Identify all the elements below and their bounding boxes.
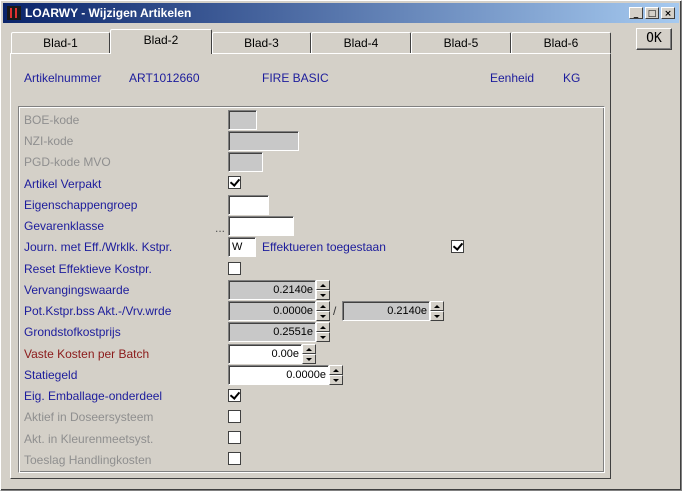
artikel-verpakt-checkbox[interactable] (228, 176, 241, 189)
effektueren-label: Effektueren toegestaan (262, 240, 386, 254)
nzi-kode-label: NZI-kode (24, 134, 74, 148)
artikelnummer-value: ART1012660 (129, 71, 200, 85)
tab-blad-4[interactable]: Blad-4 (311, 32, 411, 53)
eig-emballage-label: Eig. Emballage-onderdeel (24, 389, 163, 403)
gevarenklasse-label: Gevarenklasse (24, 219, 105, 233)
eigenschappengroep-label: Eigenschappengroep (24, 198, 138, 212)
ok-button[interactable]: OK (636, 28, 672, 50)
maximize-button[interactable]: □ (645, 7, 659, 19)
tab-blad-5[interactable]: Blad-5 (411, 32, 511, 53)
tab-blad-6[interactable]: Blad-6 (511, 32, 611, 53)
effektueren-checkbox[interactable] (451, 240, 464, 253)
eenheid-value: KG (563, 71, 581, 85)
pot-kstpr-vrv-field: 0.2140e (342, 301, 430, 321)
grondstofkostprijs-label: Grondstofkostprijs (24, 325, 121, 339)
pot-kstpr-akt-field: 0.0000e (228, 301, 316, 321)
eenheid-label: Eenheid (490, 71, 535, 85)
artikelnummer-label: Artikelnummer (24, 71, 102, 85)
statiegeld-label: Statiegeld (24, 368, 78, 382)
vervangingswaarde-label: Vervangingswaarde (24, 283, 130, 297)
close-button[interactable]: × (661, 7, 675, 19)
reset-checkbox[interactable] (228, 262, 241, 275)
app-icon (7, 6, 21, 20)
eig-emballage-checkbox[interactable] (228, 389, 241, 402)
reset-label: Reset Effektieve Kostpr. (24, 262, 152, 276)
minimize-button[interactable]: _ (629, 7, 643, 19)
journ-label: Journ. met Eff./Wrklk. Kstpr. (24, 240, 173, 254)
akt-kleuren-label: Akt. in Kleurenmeetsyst. (24, 432, 154, 446)
pgd-kode-field (228, 152, 263, 172)
pot-kstpr-akt-spinner[interactable] (316, 301, 330, 321)
vaste-kosten-spinner[interactable] (302, 344, 316, 364)
tab-blad-1[interactable]: Blad-1 (11, 32, 110, 53)
window-title: LOARWY - Wijzigen Artikelen (25, 6, 192, 20)
tab-blad-3[interactable]: Blad-3 (212, 32, 311, 53)
statiegeld-input[interactable]: 0.0000e (228, 365, 329, 385)
boe-kode-field (228, 110, 257, 130)
article-description: FIRE BASIC (262, 71, 329, 85)
window: LOARWY - Wijzigen Artikelen _ □ × OK Bla… (0, 0, 682, 491)
eigenschappengroep-input[interactable] (228, 195, 269, 215)
vaste-kosten-label: Vaste Kosten per Batch (24, 347, 150, 361)
gevarenklasse-input[interactable] (228, 216, 294, 236)
statiegeld-spinner[interactable] (329, 365, 343, 385)
aktief-doseer-checkbox[interactable] (228, 410, 241, 423)
nzi-kode-field (228, 131, 299, 151)
boe-kode-label: BOE-kode (24, 113, 80, 127)
artikel-verpakt-label: Artikel Verpakt (24, 177, 102, 191)
pot-kstpr-separator: / (333, 304, 337, 318)
gevarenklasse-lookup-ellipsis[interactable]: ... (215, 221, 225, 235)
toeslag-checkbox[interactable] (228, 452, 241, 465)
grondstofkostprijs-spinner[interactable] (316, 322, 330, 342)
akt-kleuren-checkbox[interactable] (228, 431, 241, 444)
title-bar[interactable]: LOARWY - Wijzigen Artikelen _ □ × (3, 3, 679, 23)
toeslag-label: Toeslag Handlingkosten (24, 453, 152, 467)
tab-blad-2[interactable]: Blad-2 (110, 29, 212, 54)
grondstofkostprijs-field: 0.2551e (228, 322, 316, 342)
pot-kstpr-label: Pot.Kstpr.bss Akt.-/Vrv.wrde (24, 304, 172, 318)
journ-input[interactable]: W (228, 237, 256, 257)
pot-kstpr-vrv-spinner[interactable] (430, 301, 444, 321)
vervangingswaarde-spinner[interactable] (316, 280, 330, 300)
vaste-kosten-input[interactable]: 0.00e (228, 344, 302, 364)
pgd-kode-label: PGD-kode MVO (24, 155, 111, 169)
vervangingswaarde-field: 0.2140e (228, 280, 316, 300)
aktief-doseer-label: Aktief in Doseersysteem (24, 410, 154, 424)
